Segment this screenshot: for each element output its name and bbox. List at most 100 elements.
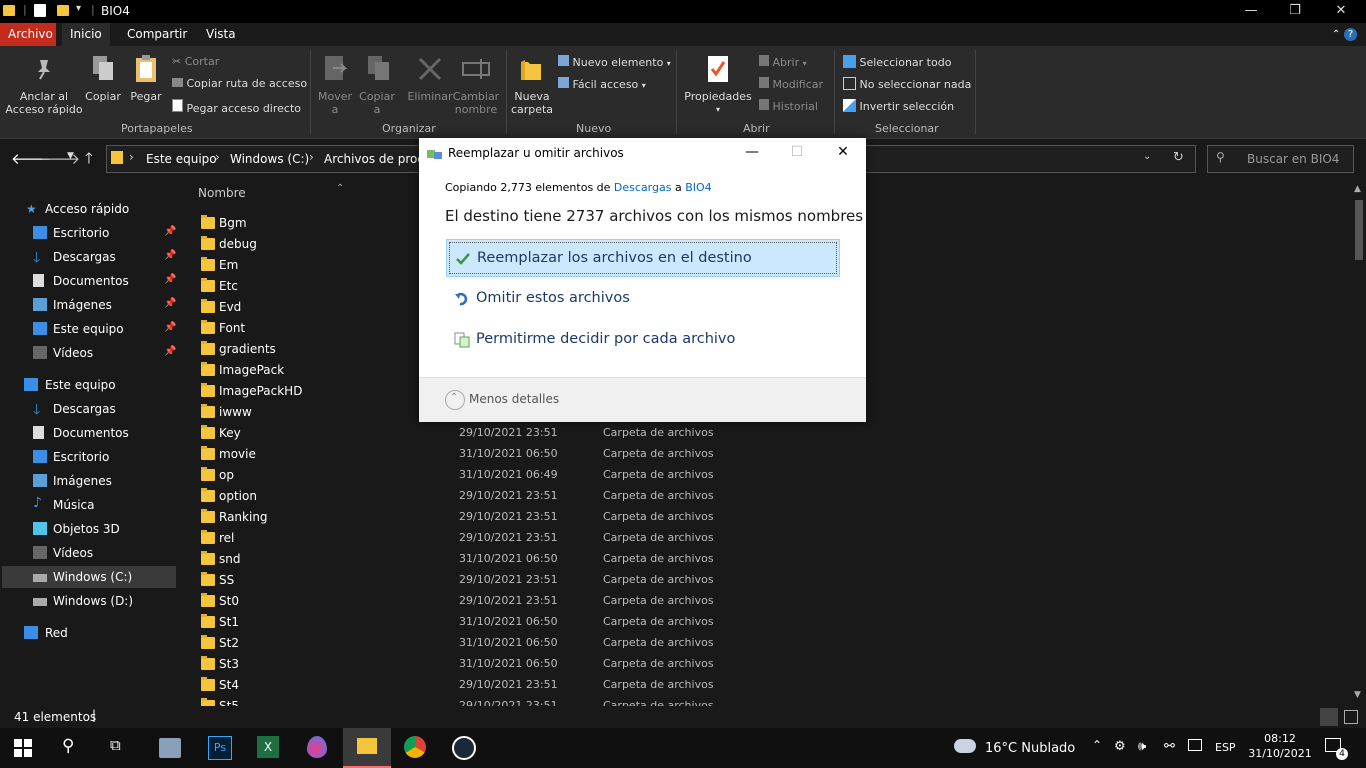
breadcrumb-archivos-de-programa[interactable]: Archivos de progr xyxy=(324,152,430,166)
chrome-icon[interactable] xyxy=(404,736,426,758)
large-icons-view-icon[interactable] xyxy=(1344,710,1358,724)
copy-path-button[interactable]: Copiar ruta de acceso xyxy=(172,77,307,90)
pin-icon xyxy=(34,58,54,80)
minimize-button[interactable]: — xyxy=(1228,0,1274,23)
file-row[interactable]: rel 29/10/2021 23:51 Carpeta de archivos xyxy=(198,528,1098,549)
easy-access-button[interactable]: Fácil acceso ▾ xyxy=(558,77,646,91)
file-row[interactable]: Ranking 29/10/2021 23:51 Carpeta de archiv… xyxy=(198,507,1098,528)
show-hidden-icons-icon[interactable]: ⌃ xyxy=(1092,738,1102,752)
new-item-button[interactable]: Nuevo elemento ▾ xyxy=(558,55,671,69)
chevron-right-icon[interactable]: › xyxy=(215,150,220,164)
dialog-close-button[interactable]: ✕ xyxy=(820,138,866,167)
scroll-up-icon[interactable]: ▲ xyxy=(1354,184,1361,194)
excel-icon[interactable]: X xyxy=(257,736,279,758)
file-row[interactable]: St2 31/10/2021 06:50 Carpeta de archivos xyxy=(198,633,1098,654)
file-row[interactable]: St1 31/10/2021 06:50 Carpeta de archivos xyxy=(198,612,1098,633)
new-folder-button[interactable]: Nueva carpeta xyxy=(510,90,554,116)
tab-vista[interactable]: Vista xyxy=(198,23,244,46)
select-all-button[interactable]: Seleccionar todo xyxy=(843,55,951,69)
scroll-down-icon[interactable]: ▼ xyxy=(1354,690,1361,700)
move-to-button[interactable]: Mover a xyxy=(316,90,354,116)
nav-item-descargas[interactable]: 🡓 Descargas 📌 xyxy=(33,247,180,269)
rename-button[interactable]: Cambiar nombre xyxy=(452,90,500,116)
scroll-thumb[interactable] xyxy=(1355,200,1363,260)
pin-quick-access-button[interactable]: Anclar al Acceso rápido xyxy=(4,90,84,116)
quick-access-dropdown-icon[interactable]: ▾ xyxy=(76,3,90,17)
new-folder-quick-icon[interactable] xyxy=(57,5,69,16)
properties-quick-icon[interactable] xyxy=(34,4,46,17)
copy-icon xyxy=(91,54,115,82)
properties-button[interactable]: Propiedades ▾ xyxy=(682,90,754,116)
skip-files-option[interactable]: Omitir estos archivos xyxy=(446,280,838,316)
search-icon[interactable]: ⚲ xyxy=(62,736,86,760)
copy-button[interactable]: Copiar xyxy=(84,90,122,103)
refresh-icon[interactable]: ↻ xyxy=(1173,150,1184,165)
file-explorer-taskbar-button[interactable] xyxy=(343,728,391,768)
destination-folder-link[interactable]: BIO4 xyxy=(685,181,711,194)
cut-button[interactable]: ✂ Cortar xyxy=(172,55,219,68)
breadcrumb-este-equipo[interactable]: Este equipo xyxy=(146,152,217,166)
help-icon[interactable]: ? xyxy=(1344,23,1357,46)
file-row[interactable]: St5 29/10/2021 23:51 Carpeta de archivos xyxy=(198,696,1098,706)
input-language[interactable]: ESP xyxy=(1215,741,1236,754)
source-folder-link[interactable]: Descargas xyxy=(614,181,672,194)
column-header-name[interactable]: Nombre ⌃ xyxy=(198,183,344,200)
tab-inicio[interactable]: Inicio xyxy=(62,23,110,46)
tab-compartir[interactable]: Compartir xyxy=(119,23,195,46)
windows-start-icon[interactable] xyxy=(14,739,32,757)
up-arrow-icon[interactable]: 🡑 xyxy=(85,148,93,173)
collapse-details-button[interactable]: ⌃ xyxy=(445,390,465,410)
replace-files-option[interactable]: Reemplazar los archivos en el destino xyxy=(446,239,840,277)
weather-text[interactable]: 16°C Nublado xyxy=(985,741,1075,756)
photoshop-icon[interactable]: Ps xyxy=(208,736,232,760)
nav-item-imagenes[interactable]: Imágenes 📌 xyxy=(33,295,180,317)
forward-arrow-icon[interactable]: 🡒 xyxy=(40,149,80,168)
replace-option-label: Reemplazar los archivos en el destino xyxy=(477,250,752,266)
task-view-icon[interactable]: ⧉ xyxy=(110,736,134,760)
breadcrumb-windows-c[interactable]: Windows (C:) xyxy=(230,152,309,166)
edit-button[interactable]: Modificar xyxy=(759,77,823,91)
network-icon[interactable]: ⚯ xyxy=(1164,739,1175,754)
nav-item-videos[interactable]: Vídeos 📌 xyxy=(33,343,180,365)
chevron-right-icon[interactable]: › xyxy=(309,150,314,164)
steam-tray-icon[interactable]: ⚙ xyxy=(1114,739,1126,754)
wifi-status-icon[interactable] xyxy=(1188,739,1202,751)
dialog-minimize-button[interactable]: — xyxy=(729,138,775,167)
volume-icon[interactable]: 🕪 xyxy=(1138,739,1146,754)
history-button[interactable]: Historial xyxy=(759,99,818,113)
file-row[interactable]: option 29/10/2021 23:51 Carpeta de archivo… xyxy=(198,486,1098,507)
nav-item-escritorio[interactable]: Escritorio 📌 xyxy=(33,223,180,245)
decide-each-option[interactable]: Permitirme decidir por cada archivo xyxy=(446,321,838,357)
address-dropdown-icon[interactable]: ⌄ xyxy=(1143,151,1151,162)
tab-archivo[interactable]: Archivo xyxy=(0,23,56,46)
chevron-right-icon[interactable]: › xyxy=(129,150,134,164)
file-row[interactable]: SS 29/10/2021 23:51 Carpeta de archivos xyxy=(198,570,1098,591)
file-row[interactable]: movie 31/10/2021 06:50 Carpeta de archivos xyxy=(198,444,1098,465)
copy-to-button[interactable]: Copiar a xyxy=(358,90,396,116)
nav-item-este-equipo-pinned[interactable]: Este equipo 📌 xyxy=(33,319,180,341)
nav-item-documentos[interactable]: Documentos 📌 xyxy=(33,271,180,293)
maximize-button[interactable]: ❐ xyxy=(1272,0,1318,23)
delete-button[interactable]: Eliminar xyxy=(404,90,456,103)
vertical-scrollbar[interactable]: ▲ ▼ xyxy=(1352,180,1366,706)
details-view-icon[interactable] xyxy=(1320,708,1338,726)
search-box[interactable]: ⚲ Buscar en BIO4 xyxy=(1207,145,1354,173)
file-row[interactable]: snd 31/10/2021 06:50 Carpeta de archivos xyxy=(198,549,1098,570)
select-none-button[interactable]: No seleccionar nada xyxy=(843,77,971,91)
recent-locations-dropdown-icon[interactable]: ▼ xyxy=(67,151,74,161)
file-row[interactable]: Key 29/10/2021 23:51 Carpeta de archivos xyxy=(198,423,1098,444)
paste-shortcut-button[interactable]: Pegar acceso directo xyxy=(172,99,301,115)
file-row[interactable]: op 31/10/2021 06:49 Carpeta de archivos xyxy=(198,465,1098,486)
steam-icon[interactable] xyxy=(452,736,476,760)
invert-selection-button[interactable]: Invertir selección xyxy=(843,99,954,113)
file-row[interactable]: St0 29/10/2021 23:51 Carpeta de archivos xyxy=(198,591,1098,612)
close-button[interactable]: ✕ xyxy=(1318,0,1364,23)
file-row[interactable]: St4 29/10/2021 23:51 Carpeta de archivos xyxy=(198,675,1098,696)
open-button[interactable]: Abrir ▾ xyxy=(759,55,807,69)
photos-app-icon[interactable] xyxy=(159,738,181,758)
paste-button[interactable]: Pegar xyxy=(128,90,164,103)
less-details-label[interactable]: Menos detalles xyxy=(469,392,559,406)
affinity-icon[interactable] xyxy=(307,736,327,758)
clock[interactable]: 08:12 31/10/2021 xyxy=(1248,732,1312,760)
file-row[interactable]: St3 31/10/2021 06:50 Carpeta de archivos xyxy=(198,654,1098,675)
